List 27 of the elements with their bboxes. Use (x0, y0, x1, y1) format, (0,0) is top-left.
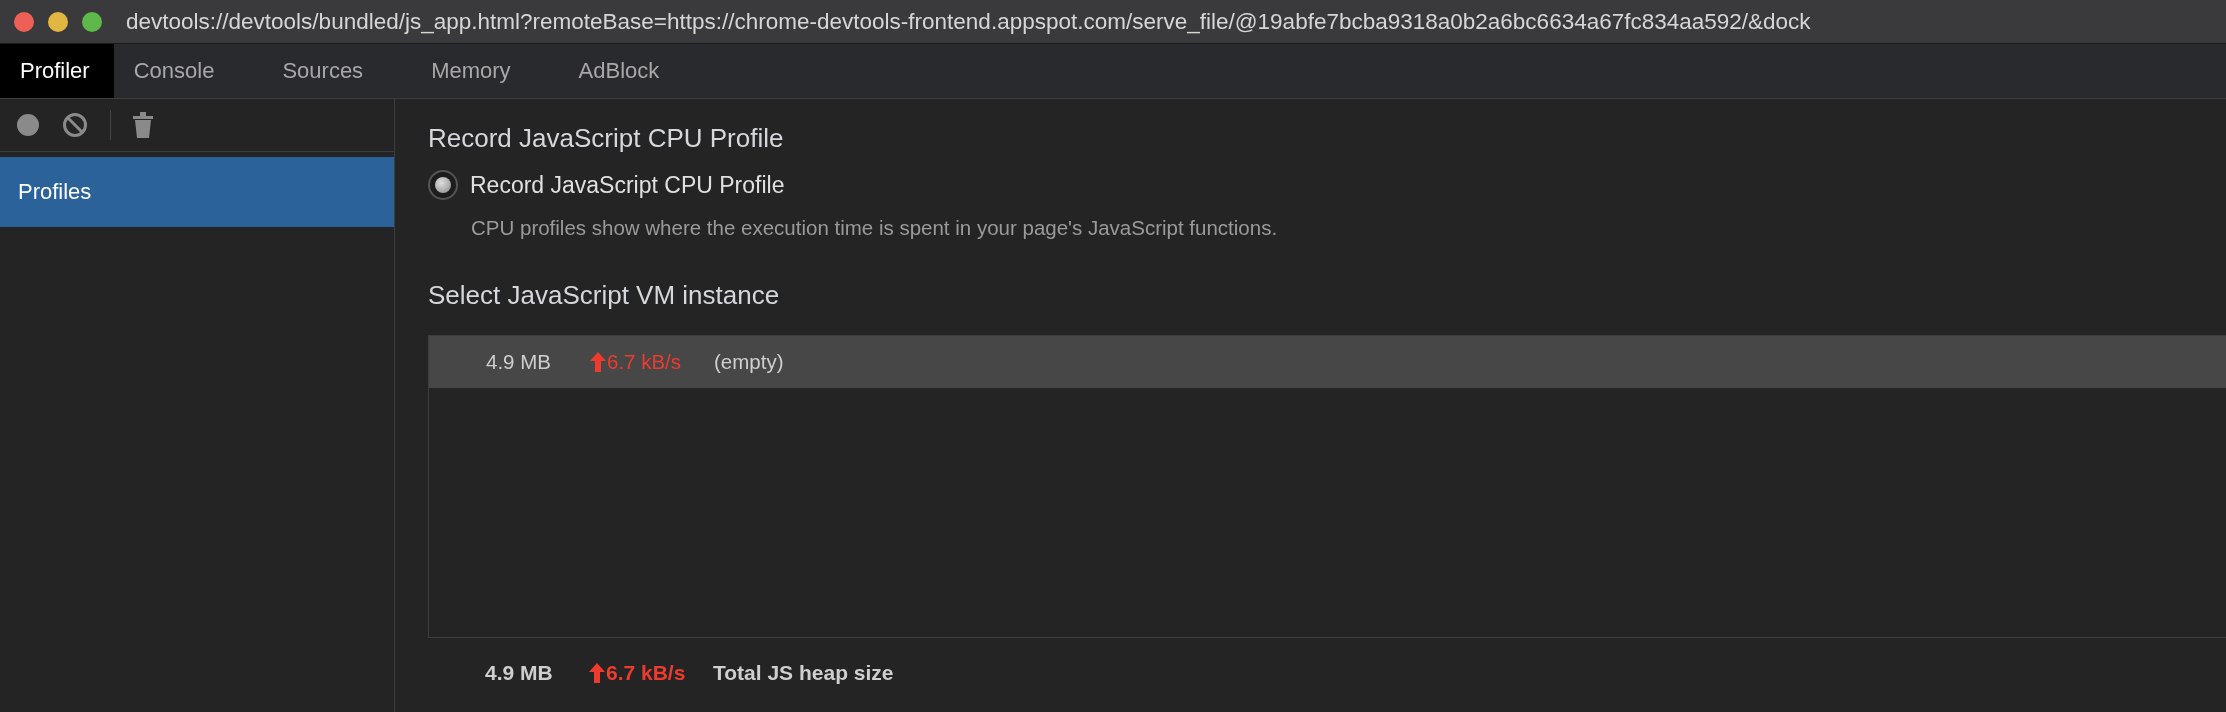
rate: 6.7 kB/s (606, 661, 686, 685)
up-arrow-icon (589, 663, 605, 683)
tab[interactable]: Profiler (0, 44, 114, 98)
zoom-button[interactable] (82, 11, 102, 32)
section-heading: Record JavaScript CPU Profile (428, 123, 785, 154)
heap-size: 4.9 MB (486, 350, 552, 374)
tab[interactable]: Sources (262, 44, 388, 98)
up-arrow-icon (590, 352, 606, 372)
tab[interactable]: AdBlock (558, 44, 684, 98)
trash-icon[interactable] (133, 112, 153, 138)
record-icon[interactable] (16, 113, 40, 137)
clear-icon[interactable] (62, 112, 88, 138)
section-heading: Select JavaScript VM instance (428, 280, 781, 311)
tab[interactable]: Memory (411, 44, 535, 98)
vm-name: (empty) (714, 350, 784, 374)
description: CPU profiles show where the execution time is spent in your page's JavaScript functions. (471, 216, 1279, 240)
window-title: devtools://devtools/bundled/js_app.html?remoteBase=https://chrome-devtools-frontend.appspot.com/serve_file/@19abfe7bcba9318a0b2a6bc6634a67fc834aa592/&dock (126, 8, 1811, 35)
radio-button[interactable] (428, 170, 458, 200)
radio-label: Record JavaScript CPU Profile (470, 171, 785, 199)
close-button[interactable] (14, 11, 34, 32)
rate: 6.7 kB/s (607, 350, 682, 374)
footer-label: Total JS heap size (713, 661, 894, 685)
tab[interactable]: Console (113, 44, 239, 98)
heap-size: 4.9 MB (485, 661, 554, 685)
sidebar-item[interactable]: Profiles (0, 157, 394, 227)
minimize-button[interactable] (48, 11, 68, 32)
vm-row[interactable]: 4.9 MB 6.7 kB/s (empty) (429, 336, 2226, 388)
